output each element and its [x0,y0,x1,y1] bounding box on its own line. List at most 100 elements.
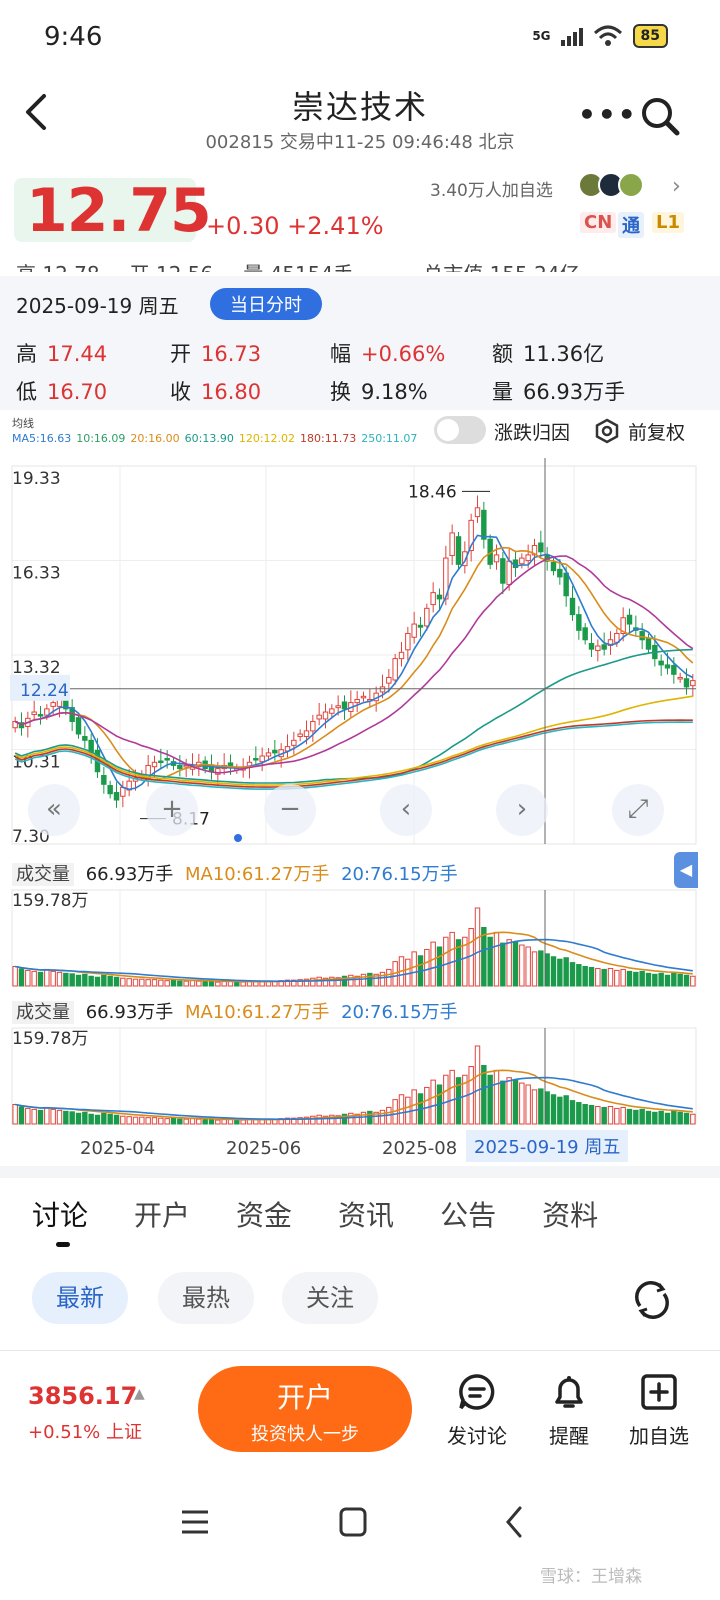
kline-chart[interactable]: 19.3316.3313.3210.317.3012.2418.468.17 [0,448,720,858]
volume-max-label: 159.78万 [12,891,88,911]
volume-bar [550,1094,557,1125]
high-label: 18.46 [408,482,457,502]
index-change[interactable]: +0.51% 上证 [28,1418,142,1444]
volume-bar [189,980,196,987]
candle-body [595,645,601,651]
candle-body [75,717,82,735]
volume-max-label: 159.78万 [12,1029,88,1049]
volume-bar [183,1118,189,1125]
candle-body [259,755,265,763]
candle-body [272,749,278,754]
zoom-in-button[interactable]: + [146,784,198,836]
price-change: +0.30 +2.41% [206,212,384,240]
more-button[interactable]: ••• [578,98,638,131]
signal-icon [560,26,583,46]
volume-bar [424,948,430,987]
ma-legend-item: 180:11.73 [300,432,357,445]
volume-bar [405,1096,411,1125]
index-value[interactable]: 3856.17 [28,1382,137,1410]
post-discussion-button[interactable]: 发讨论 [432,1372,522,1449]
volume-bar [164,1118,170,1125]
intraday-button[interactable]: 当日分时 [210,288,322,320]
refresh-icon[interactable] [632,1280,672,1320]
summary-high: 高 12.78 [16,258,100,272]
volume-bar [468,1065,474,1125]
volume-bar [234,981,240,987]
next-button[interactable]: › [496,784,548,836]
search-icon[interactable] [640,96,680,136]
volume-bar [75,1112,82,1125]
tab-profile[interactable]: 资料 [542,1194,598,1234]
adjust-icon[interactable] [594,418,620,444]
candle-body [82,736,88,741]
volume-bar [683,1112,690,1125]
attribution-toggle[interactable] [434,416,486,444]
back-nav-icon[interactable] [500,1500,530,1544]
candle-body [113,791,120,801]
tab-news[interactable]: 资讯 [338,1194,394,1234]
adjust-label[interactable]: 前复权 [628,418,685,445]
volume-bar [493,1069,500,1125]
scroll-left-button[interactable]: « [28,784,80,836]
volume-bar [405,958,411,987]
chevron-right-icon[interactable]: › [672,174,681,199]
candle-body [455,536,462,565]
chip-hot[interactable]: 最热 [158,1272,254,1324]
tag-l1[interactable]: L1 [652,212,684,233]
volume-bar [449,931,455,987]
tab-discussion[interactable]: 讨论 [32,1194,88,1234]
chip-latest[interactable]: 最新 [32,1272,128,1324]
tag-cn[interactable]: CN [580,212,617,233]
candle-body [417,624,424,628]
add-watchlist-button[interactable]: 加自选 [614,1372,704,1449]
volume-bar [626,970,633,987]
menu-nav-icon[interactable] [180,1500,210,1544]
open-account-button[interactable]: 开户 投资快人一步 [198,1366,412,1452]
volume-bar [310,1115,316,1125]
candle-body [291,739,297,746]
home-nav-icon[interactable] [338,1500,368,1544]
candle-body [430,592,436,606]
volume-bar [506,1077,512,1125]
candle-body [107,785,113,795]
volume-bar [183,980,189,987]
ma-legend-item: 20:16.00 [130,432,180,445]
followers-count[interactable]: 3.40万人加自选 [430,176,553,201]
volume-bar [671,971,677,987]
candle-body [683,678,690,688]
volume-bar [107,1113,113,1125]
volume-bar [215,981,221,987]
tab-funds[interactable]: 资金 [236,1194,292,1234]
alert-button[interactable]: 提醒 [524,1372,614,1449]
volume-chart-2[interactable]: 159.78万 [0,1024,720,1130]
prev-button[interactable]: ‹ [380,784,432,836]
volume-bar [474,1045,481,1125]
volume-bar [208,1119,215,1125]
battery-indicator: 85 [632,24,668,48]
volume-bar [107,975,113,987]
chip-following[interactable]: 关注 [282,1272,378,1324]
volume-chart-1[interactable]: 159.78万 [0,886,720,992]
volume-bar [234,1119,240,1125]
candle-body [538,542,544,553]
volume-ma20: 20:76.15万手 [341,864,458,885]
volume-bar [614,1107,620,1125]
tab-announcements[interactable]: 公告 [440,1194,496,1234]
tab-open-account[interactable]: 开户 [134,1194,190,1234]
volume-bar [113,976,120,987]
volume-bar [620,968,626,987]
ma-legend-item: 250:11.07 [361,432,418,445]
collapse-panel-button[interactable]: ◀ [674,852,698,888]
volume-bar [120,977,126,987]
candle-body [671,665,677,675]
volume-bar [69,1111,75,1125]
volume-ma20: 20:76.15万手 [341,1002,458,1023]
fullscreen-button[interactable]: ⤢ [612,784,664,836]
ma-line-ma180 [14,719,693,788]
volume-bar [139,978,145,987]
tag-connect[interactable]: 通 [618,212,644,238]
summary-marketcap: 总市值 155.24亿 [423,258,579,272]
follower-avatars[interactable] [578,172,644,198]
zoom-out-button[interactable]: − [264,784,316,836]
candle-body [392,658,398,681]
